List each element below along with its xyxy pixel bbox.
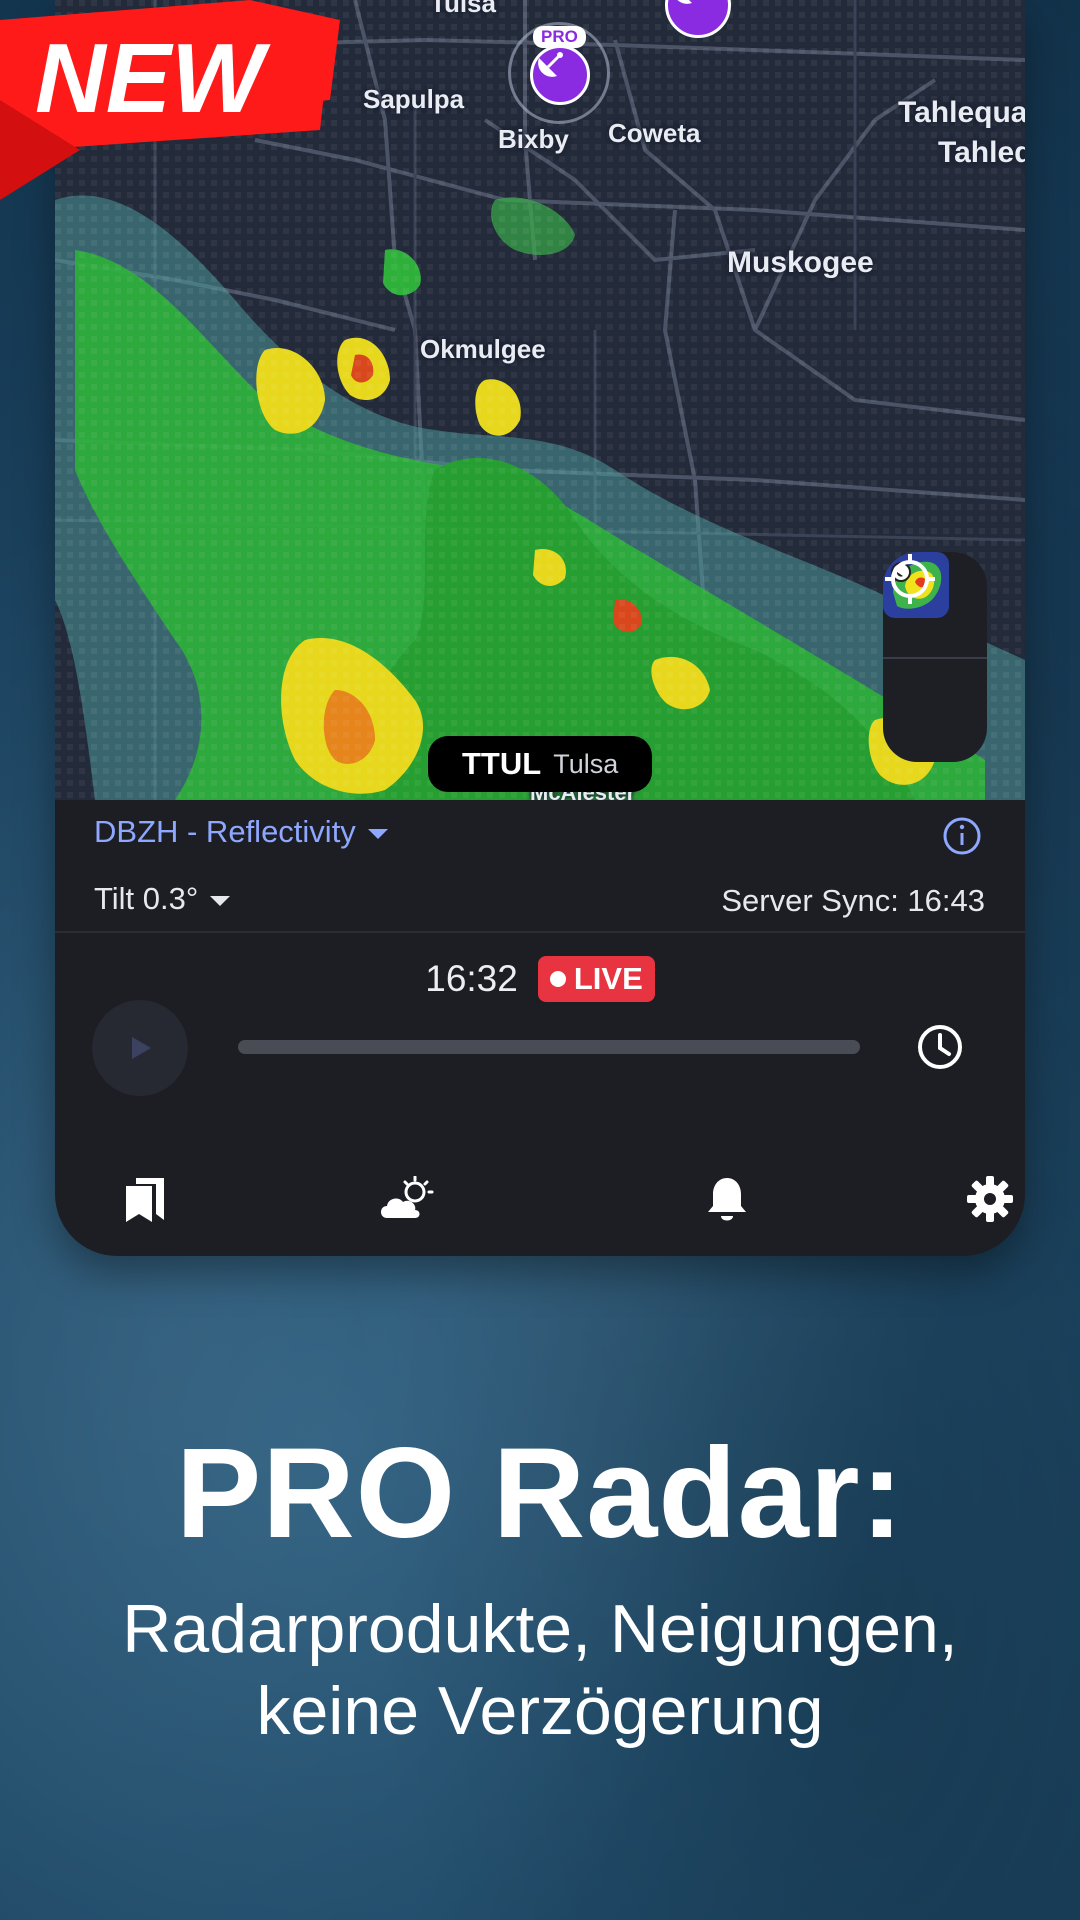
station-code: TTUL bbox=[462, 746, 542, 781]
bookmarks-icon bbox=[126, 1178, 164, 1222]
promo-subline-line-1: Radarprodukte, Neigungen, bbox=[122, 1591, 958, 1667]
bell-icon bbox=[708, 1178, 746, 1221]
radar-map[interactable]: Tulsa Sapulpa Bixby Coweta Tahlequa Tahl… bbox=[55, 0, 1025, 800]
city-label-bixby: Bixby bbox=[498, 124, 569, 154]
info-icon[interactable] bbox=[942, 816, 982, 856]
radar-dish-icon bbox=[538, 52, 563, 77]
product-dropdown[interactable]: DBZH - Reflectivity bbox=[94, 814, 388, 850]
map-controls bbox=[883, 552, 987, 762]
timeline-slider[interactable] bbox=[238, 1040, 860, 1054]
promo-subline: Radarprodukte, Neigungen, keine Verzöger… bbox=[0, 1588, 1080, 1752]
nav-weather[interactable] bbox=[377, 1170, 435, 1228]
controls-divider bbox=[883, 657, 987, 659]
section-divider bbox=[55, 931, 1025, 933]
play-icon bbox=[132, 1037, 151, 1059]
city-label-tulsa: Tulsa bbox=[430, 0, 496, 18]
live-label: LIVE bbox=[573, 961, 643, 996]
crosshair-icon[interactable] bbox=[883, 552, 937, 606]
nav-alerts[interactable] bbox=[698, 1170, 756, 1228]
live-badge[interactable]: LIVE bbox=[537, 956, 655, 1002]
city-label-muskogee: Muskogee bbox=[727, 246, 874, 279]
radar-dish-icon bbox=[677, 0, 692, 4]
chevron-down-icon bbox=[367, 829, 388, 839]
nav-settings[interactable] bbox=[961, 1170, 1019, 1228]
city-label-okmulgee: Okmulgee bbox=[420, 334, 546, 364]
promo-subline-line-2: keine Verzögerung bbox=[256, 1673, 824, 1749]
playback-time-row: 16:32 LIVE bbox=[55, 956, 1025, 1002]
city-label-sapulpa: Sapulpa bbox=[363, 84, 465, 114]
partly-cloudy-icon bbox=[381, 1176, 434, 1218]
live-dot-icon bbox=[549, 971, 566, 987]
nav-bookmarks[interactable] bbox=[116, 1170, 174, 1228]
play-button[interactable] bbox=[92, 1000, 188, 1096]
city-label-tahlequah-2: Tahleq bbox=[938, 136, 1025, 169]
station-label[interactable]: TTUL Tulsa bbox=[428, 736, 653, 792]
gear-icon bbox=[967, 1176, 1013, 1222]
station-name: Tulsa bbox=[553, 748, 619, 779]
pro-radar-station-pin[interactable] bbox=[530, 45, 590, 105]
bottom-navigation bbox=[55, 1160, 1025, 1240]
product-label: DBZH - Reflectivity bbox=[94, 814, 356, 849]
chevron-down-icon bbox=[210, 896, 231, 906]
city-label-tahlequah: Tahlequa bbox=[898, 96, 1025, 129]
city-label-coweta: Coweta bbox=[608, 118, 701, 148]
clock-icon[interactable] bbox=[915, 1022, 965, 1072]
current-time: 16:32 bbox=[425, 958, 518, 999]
app-screen: Tulsa Sapulpa Bixby Coweta Tahlequa Tahl… bbox=[55, 0, 1025, 1256]
pro-tag: PRO bbox=[533, 26, 586, 48]
server-sync-status: Server Sync: 16:43 bbox=[721, 883, 985, 918]
promo-headline: PRO Radar: bbox=[175, 1422, 905, 1565]
tilt-label: Tilt 0.3° bbox=[94, 881, 199, 916]
tilt-dropdown[interactable]: Tilt 0.3° bbox=[94, 881, 231, 917]
